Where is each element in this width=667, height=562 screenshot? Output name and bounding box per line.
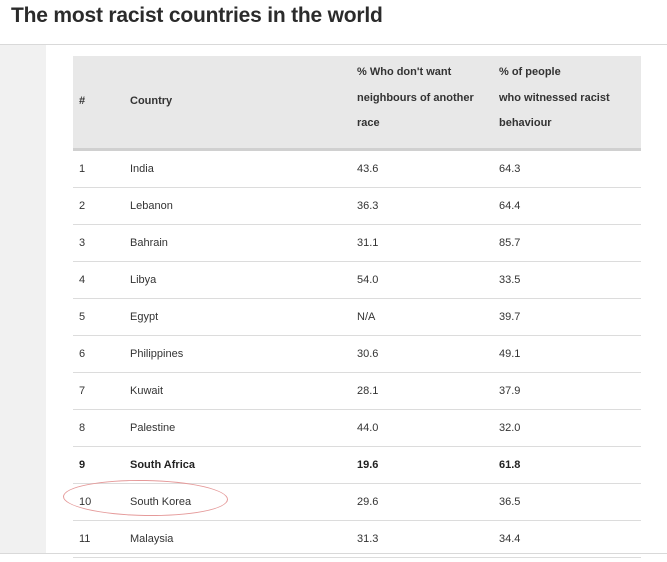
cell-neighbours: 29.6 xyxy=(357,483,499,521)
cell-neighbours: 44.0 xyxy=(357,409,499,447)
header-row: # Country % Who don't want neighbours of… xyxy=(73,56,641,151)
header-witnessed: % of people who witnessed racist behavio… xyxy=(499,56,641,151)
header-neighbours-line-1: % Who don't want xyxy=(357,66,452,78)
cell-witnessed: 36.5 xyxy=(499,483,641,521)
table-header: # Country % Who don't want neighbours of… xyxy=(73,56,641,151)
cell-country: India xyxy=(130,149,357,188)
header-witnessed-line-2: who witnessed racist xyxy=(499,91,610,104)
header-neighbours-line-3: race xyxy=(357,117,380,129)
table-row: 1 India 43.6 64.3 xyxy=(73,149,641,188)
cell-neighbours: N/A xyxy=(357,298,499,336)
cell-rank: 11 xyxy=(73,520,130,558)
ranking-table: # Country % Who don't want neighbours of… xyxy=(73,56,641,558)
cell-country: Egypt xyxy=(130,298,357,336)
table-row: 8 Palestine 44.0 32.0 xyxy=(73,409,641,447)
cell-rank: 9 xyxy=(73,446,130,484)
table-row: 3 Bahrain 31.1 85.7 xyxy=(73,224,641,262)
cell-witnessed: 39.7 xyxy=(499,298,641,336)
cell-country: Kuwait xyxy=(130,372,357,410)
header-witnessed-line-3: behaviour xyxy=(499,117,552,129)
cell-neighbours: 31.1 xyxy=(357,224,499,262)
cell-witnessed: 34.4 xyxy=(499,520,641,558)
cell-rank: 2 xyxy=(73,187,130,225)
cell-neighbours: 43.6 xyxy=(357,149,499,188)
cell-rank: 4 xyxy=(73,261,130,299)
cell-country: Libya xyxy=(130,261,357,299)
cell-country: Bahrain xyxy=(130,224,357,262)
cell-neighbours: 28.1 xyxy=(357,372,499,410)
page: The most racist countries in the world #… xyxy=(0,0,667,562)
table-row: 6 Philippines 30.6 49.1 xyxy=(73,335,641,373)
cell-neighbours: 54.0 xyxy=(357,261,499,299)
cell-neighbours: 19.6 xyxy=(357,446,499,484)
table-row: 9 South Africa 19.6 61.8 xyxy=(73,446,641,484)
cell-rank: 1 xyxy=(73,149,130,188)
table-body: 1 India 43.6 64.3 2 Lebanon 36.3 64.4 3 Bahrain 31… xyxy=(73,149,641,558)
cell-witnessed: 85.7 xyxy=(499,224,641,262)
bottom-divider xyxy=(0,553,667,554)
header-neighbours: % Who don't want neighbours of another r… xyxy=(357,56,499,151)
cell-neighbours: 31.3 xyxy=(357,520,499,558)
cell-country: South Africa xyxy=(130,446,357,484)
cell-rank: 7 xyxy=(73,372,130,410)
cell-witnessed: 37.9 xyxy=(499,372,641,410)
table-row: 11 Malaysia 31.3 34.4 xyxy=(73,520,641,558)
cell-country: South Korea xyxy=(130,483,357,521)
cell-neighbours: 30.6 xyxy=(357,335,499,373)
cell-rank: 6 xyxy=(73,335,130,373)
header-witnessed-line-1: % of people xyxy=(499,66,561,78)
cell-country: Malaysia xyxy=(130,520,357,558)
cell-country: Philippines xyxy=(130,335,357,373)
table-row: 2 Lebanon 36.3 64.4 xyxy=(73,187,641,225)
table-row: 4 Libya 54.0 33.5 xyxy=(73,261,641,299)
cell-witnessed: 64.3 xyxy=(499,149,641,188)
cell-rank: 3 xyxy=(73,224,130,262)
cell-country: Lebanon xyxy=(130,187,357,225)
cell-country: Palestine xyxy=(130,409,357,447)
header-rank: # xyxy=(73,56,130,151)
left-gutter xyxy=(0,45,46,553)
cell-witnessed: 64.4 xyxy=(499,187,641,225)
cell-rank: 5 xyxy=(73,298,130,336)
header-country: Country xyxy=(130,56,357,151)
table-row: 7 Kuwait 28.1 37.9 xyxy=(73,372,641,410)
cell-rank: 8 xyxy=(73,409,130,447)
table-row: 10 South Korea 29.6 36.5 xyxy=(73,483,641,521)
cell-rank: 10 xyxy=(73,483,130,521)
cell-witnessed: 61.8 xyxy=(499,446,641,484)
table-container: # Country % Who don't want neighbours of… xyxy=(73,56,641,558)
title-divider xyxy=(0,44,667,45)
page-title: The most racist countries in the world xyxy=(11,4,383,27)
cell-witnessed: 32.0 xyxy=(499,409,641,447)
table-row: 5 Egypt N/A 39.7 xyxy=(73,298,641,336)
cell-neighbours: 36.3 xyxy=(357,187,499,225)
cell-witnessed: 33.5 xyxy=(499,261,641,299)
cell-witnessed: 49.1 xyxy=(499,335,641,373)
header-neighbours-line-2: neighbours of another xyxy=(357,91,474,104)
